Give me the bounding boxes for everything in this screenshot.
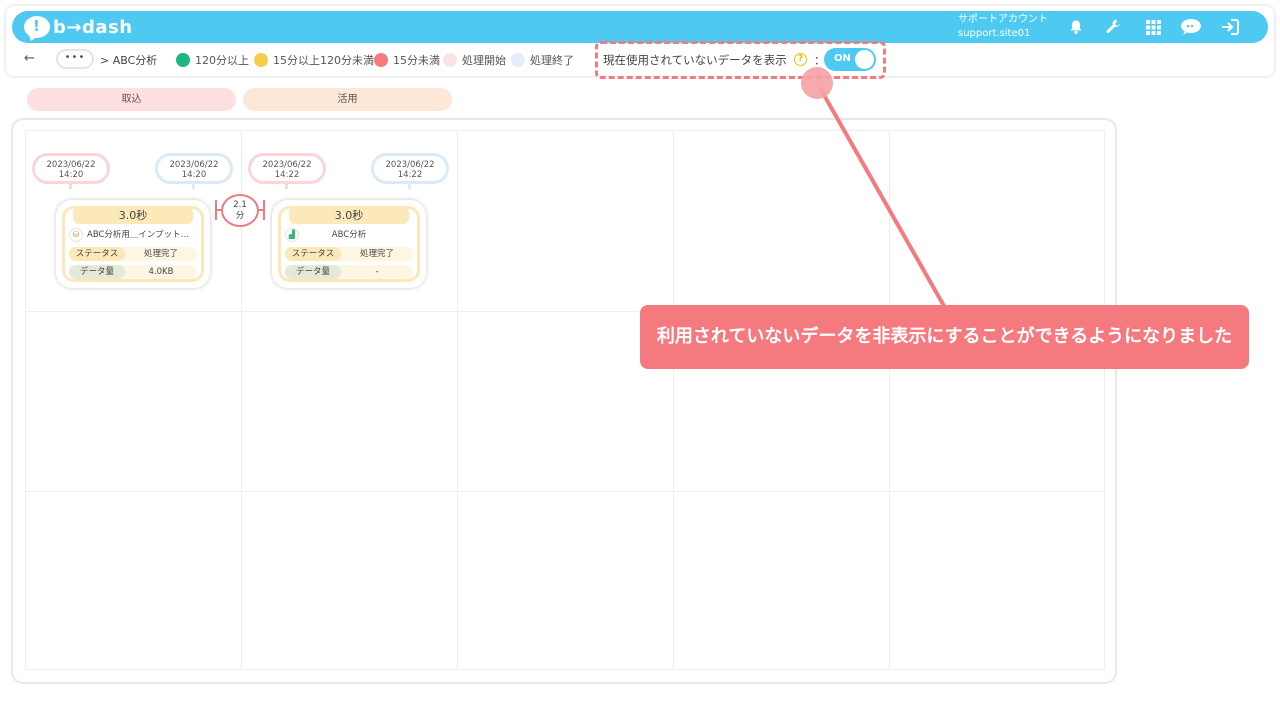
callout-message: 利用されていないデータを非表示にすることができるようになりました [640,305,1249,369]
callout-pointer-dot [801,67,833,99]
